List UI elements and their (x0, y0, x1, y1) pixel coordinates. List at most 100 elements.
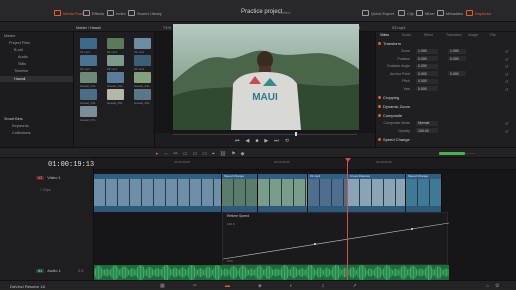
clip-thumbnail[interactable] (134, 38, 151, 49)
settings-icon[interactable]: ⚙ (495, 283, 499, 289)
audio-track-badge[interactable]: A1 (36, 268, 45, 273)
reset-icon[interactable]: ↺ (505, 49, 508, 54)
clip-thumbnail[interactable] (80, 38, 97, 49)
timeline-clip[interactable]: 01.mp4 (308, 174, 348, 212)
skip-back-icon[interactable]: ⏮ (235, 138, 240, 144)
inspector-tab-video[interactable]: Video (380, 33, 389, 37)
clip-thumbnail[interactable] (134, 55, 151, 66)
mixer-button[interactable]: Mixer (416, 9, 435, 17)
bin-project-files[interactable]: Project Files (9, 41, 30, 45)
zoom-level[interactable]: 74% (163, 25, 171, 30)
clip-thumbnail[interactable] (80, 72, 97, 83)
bin-hawaii[interactable]: Hawaii (0, 76, 73, 82)
timeline-clip[interactable] (258, 174, 308, 212)
clip-thumbnail[interactable] (107, 55, 124, 66)
inspector-param-value: 100.00 (418, 128, 429, 133)
section-toggle-icon[interactable] (378, 138, 381, 141)
audio-track-1[interactable] (93, 264, 449, 281)
cut-page-icon[interactable]: ✂ (193, 283, 197, 289)
index-button[interactable]: Index (107, 9, 126, 17)
clip-thumbnail[interactable] (80, 55, 97, 66)
playhead-marker-icon[interactable] (345, 158, 351, 162)
overwrite-icon[interactable]: ▭ (192, 151, 197, 157)
section-toggle-icon[interactable] (378, 96, 381, 99)
metadata-button[interactable]: Metadata (437, 9, 463, 17)
timeline-clip[interactable] (94, 174, 222, 212)
inspector-section-header[interactable]: Cropping (378, 95, 399, 100)
marker-icon[interactable]: ◆ (241, 151, 245, 157)
select-tool-icon[interactable]: ▸ (156, 151, 159, 157)
bin-stills[interactable]: Stills (18, 62, 26, 66)
clip-thumbnail[interactable] (134, 89, 151, 100)
bin-master[interactable]: Master (4, 34, 16, 38)
timeline-clip[interactable]: Speed Change (406, 174, 442, 212)
inspector-section-header[interactable]: Composite (378, 113, 402, 118)
trim-tool-icon[interactable]: ⇔ (164, 151, 169, 157)
clip-thumbnail[interactable] (107, 38, 124, 49)
inspector-section-header[interactable]: Dynamic Zoom (378, 104, 410, 109)
home-icon[interactable]: ⌂ (486, 283, 489, 289)
smart-bin-keywords[interactable]: Keywords (12, 124, 29, 128)
sound-library-button[interactable]: Sound Library (128, 9, 162, 17)
bin-broll[interactable]: B-roll (14, 48, 23, 52)
fairlight-page-icon[interactable]: ♫ (321, 283, 325, 289)
section-toggle-icon[interactable] (378, 114, 381, 117)
timeline-ruler[interactable]: 01:00:10:00 01:00:20:00 01:00:30:00 (94, 158, 516, 170)
retime-curve[interactable] (223, 213, 449, 266)
insert-icon[interactable]: ▭ (183, 151, 188, 157)
clip-thumbnail[interactable] (80, 106, 97, 117)
replace-icon[interactable]: ▭ (202, 151, 207, 157)
reset-icon[interactable]: ↺ (505, 57, 508, 62)
reset-icon[interactable]: ↺ (505, 87, 508, 92)
quick-export-label: Quick Export (371, 10, 394, 16)
clip-thumbnail[interactable] (80, 89, 97, 100)
clip-thumbnail[interactable] (134, 72, 151, 83)
viewer-scrubber[interactable] (173, 134, 357, 135)
smart-bin-collections[interactable]: Collections (12, 131, 31, 135)
inspector-section-header[interactable]: Transform (378, 41, 401, 46)
clip-thumbnail[interactable] (107, 72, 124, 83)
fusion-page-icon[interactable]: ◈ (258, 283, 262, 289)
flag-icon[interactable]: ⚑ (231, 151, 235, 157)
bin-timeline[interactable]: Timeline (14, 69, 28, 73)
color-page-icon[interactable]: ◐ (290, 283, 293, 289)
clip-thumbnail[interactable] (107, 89, 124, 100)
reset-icon[interactable]: ↺ (505, 72, 508, 77)
inspector-button[interactable]: Inspector (466, 9, 491, 17)
timeline-clip[interactable]: Cross Dissolve (348, 174, 406, 212)
bin-list (0, 32, 74, 147)
timeline-playhead[interactable] (347, 158, 348, 280)
section-toggle-icon[interactable] (378, 42, 381, 45)
media-page-icon[interactable]: ▦ (160, 283, 165, 289)
step-back-icon[interactable]: ◀ (246, 138, 250, 144)
clip-button[interactable]: Clip (398, 9, 414, 17)
bin-audio[interactable]: Audio (18, 55, 28, 59)
reset-icon[interactable]: ↺ (505, 129, 508, 134)
effects-button[interactable]: Effects (83, 9, 104, 17)
inspector-tab-image[interactable]: Image (468, 33, 478, 37)
timeline-clip[interactable]: Speed Change (222, 174, 258, 212)
inspector-tab-file[interactable]: File (490, 33, 496, 37)
viewer-playhead[interactable] (295, 132, 297, 136)
video-track-badge[interactable]: V1 (36, 175, 45, 180)
play-icon[interactable]: ▶ (264, 138, 268, 144)
loop-icon[interactable]: ⟲ (285, 138, 289, 144)
inspector-tab-audio[interactable]: Audio (402, 33, 411, 37)
media-pool-button[interactable]: Media Pool (54, 9, 83, 17)
inspector-tab-effect[interactable]: Effect (424, 33, 433, 37)
reset-icon[interactable]: ↺ (505, 79, 508, 84)
deliver-page-icon[interactable]: ➚ (353, 283, 357, 289)
inspector-section-header[interactable]: Speed Change (378, 137, 410, 142)
reset-icon[interactable]: ↺ (505, 121, 508, 126)
stop-icon[interactable]: ■ (255, 138, 258, 144)
reset-icon[interactable]: ↺ (505, 64, 508, 69)
quick-export-button[interactable]: Quick Export (362, 9, 394, 17)
snap-icon[interactable]: ⌖ (212, 151, 215, 157)
link-icon[interactable]: ⛓ (220, 151, 226, 157)
blade-tool-icon[interactable]: ✂ (174, 151, 178, 157)
inspector-tab-transition[interactable]: Transition (446, 33, 462, 37)
inspector-param-value: 0.000 (418, 79, 427, 83)
skip-forward-icon[interactable]: ⏭ (274, 138, 279, 144)
section-toggle-icon[interactable] (378, 105, 381, 108)
edit-page-icon[interactable]: ▬ (225, 283, 230, 289)
